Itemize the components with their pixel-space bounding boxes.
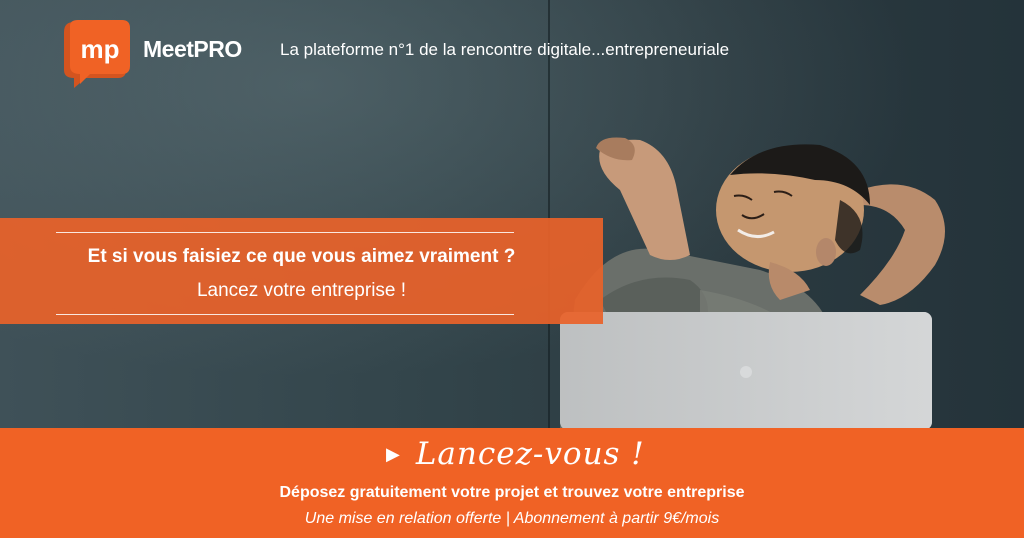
banner-headline: Et si vous faisiez ce que vous aimez vra… (87, 246, 516, 267)
hero-banner: mp MeetPRO La plateforme n°1 de la renco… (0, 0, 1024, 538)
footer-offer: Une mise en relation offerte | Abonnemen… (304, 510, 720, 527)
tagline: La plateforme n°1 de la rencontre digita… (280, 40, 730, 59)
play-arrow-icon: ▶ (386, 443, 400, 464)
banner-bottom-rule (56, 314, 514, 315)
meetpro-logo-icon: mp (64, 20, 130, 88)
brand-name: MeetPRO (143, 36, 242, 62)
footer-description: Déposez gratuitement votre projet et tro… (279, 484, 745, 501)
cta-label: Lancez-vous ! (415, 436, 645, 472)
person-relaxing-photo (560, 137, 945, 428)
banner-top-rule (56, 232, 514, 233)
logo-letters: mp (81, 34, 120, 64)
headline-banner: Et si vous faisiez ce que vous aimez vra… (0, 218, 603, 324)
cta-lancez-vous[interactable]: ▶ Lancez-vous ! (386, 436, 645, 472)
banner-subline: Lancez votre entreprise ! (196, 280, 407, 301)
